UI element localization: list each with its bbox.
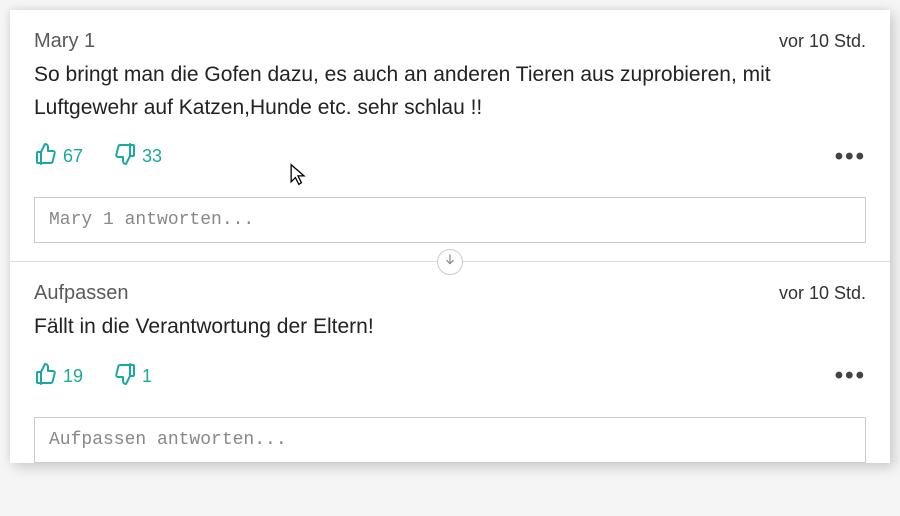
comment-timestamp: vor 10 Std. [779, 283, 866, 304]
thumbs-down-icon [113, 142, 137, 171]
comment-header: Aufpassen vor 10 Std. [34, 282, 866, 305]
thumbs-down-icon [113, 362, 137, 391]
dislike-button[interactable]: 33 [113, 142, 162, 171]
reply-input[interactable] [34, 197, 866, 243]
comment-body: Fällt in die Verantwortung der Eltern! [34, 311, 866, 344]
like-button[interactable]: 19 [34, 362, 83, 391]
more-options-button[interactable]: ••• [835, 364, 866, 388]
reply-container [34, 197, 866, 243]
like-button[interactable]: 67 [34, 142, 83, 171]
more-options-button[interactable]: ••• [835, 145, 866, 169]
like-count: 67 [63, 146, 83, 167]
vote-group: 67 33 [34, 142, 162, 171]
dislike-count: 33 [142, 146, 162, 167]
comment-timestamp: vor 10 Std. [779, 31, 866, 52]
vote-group: 19 1 [34, 362, 152, 391]
dislike-count: 1 [142, 366, 152, 387]
reply-input[interactable] [34, 417, 866, 463]
thumbs-up-icon [34, 142, 58, 171]
comments-card: Mary 1 vor 10 Std. So bringt man die Gof… [10, 10, 890, 463]
thumbs-up-icon [34, 362, 58, 391]
comment-header: Mary 1 vor 10 Std. [34, 30, 866, 53]
dislike-button[interactable]: 1 [113, 362, 152, 391]
comment-actions: 67 33 ••• [34, 142, 866, 171]
reply-container [34, 417, 866, 463]
comment-block: Aufpassen vor 10 Std. Fällt in die Veran… [10, 262, 890, 405]
comment-body: So bringt man die Gofen dazu, es auch an… [34, 59, 866, 124]
comment-actions: 19 1 ••• [34, 362, 866, 391]
comment-author[interactable]: Mary 1 [34, 30, 95, 53]
comment-block: Mary 1 vor 10 Std. So bringt man die Gof… [10, 10, 890, 185]
like-count: 19 [63, 366, 83, 387]
comment-author[interactable]: Aufpassen [34, 282, 129, 305]
